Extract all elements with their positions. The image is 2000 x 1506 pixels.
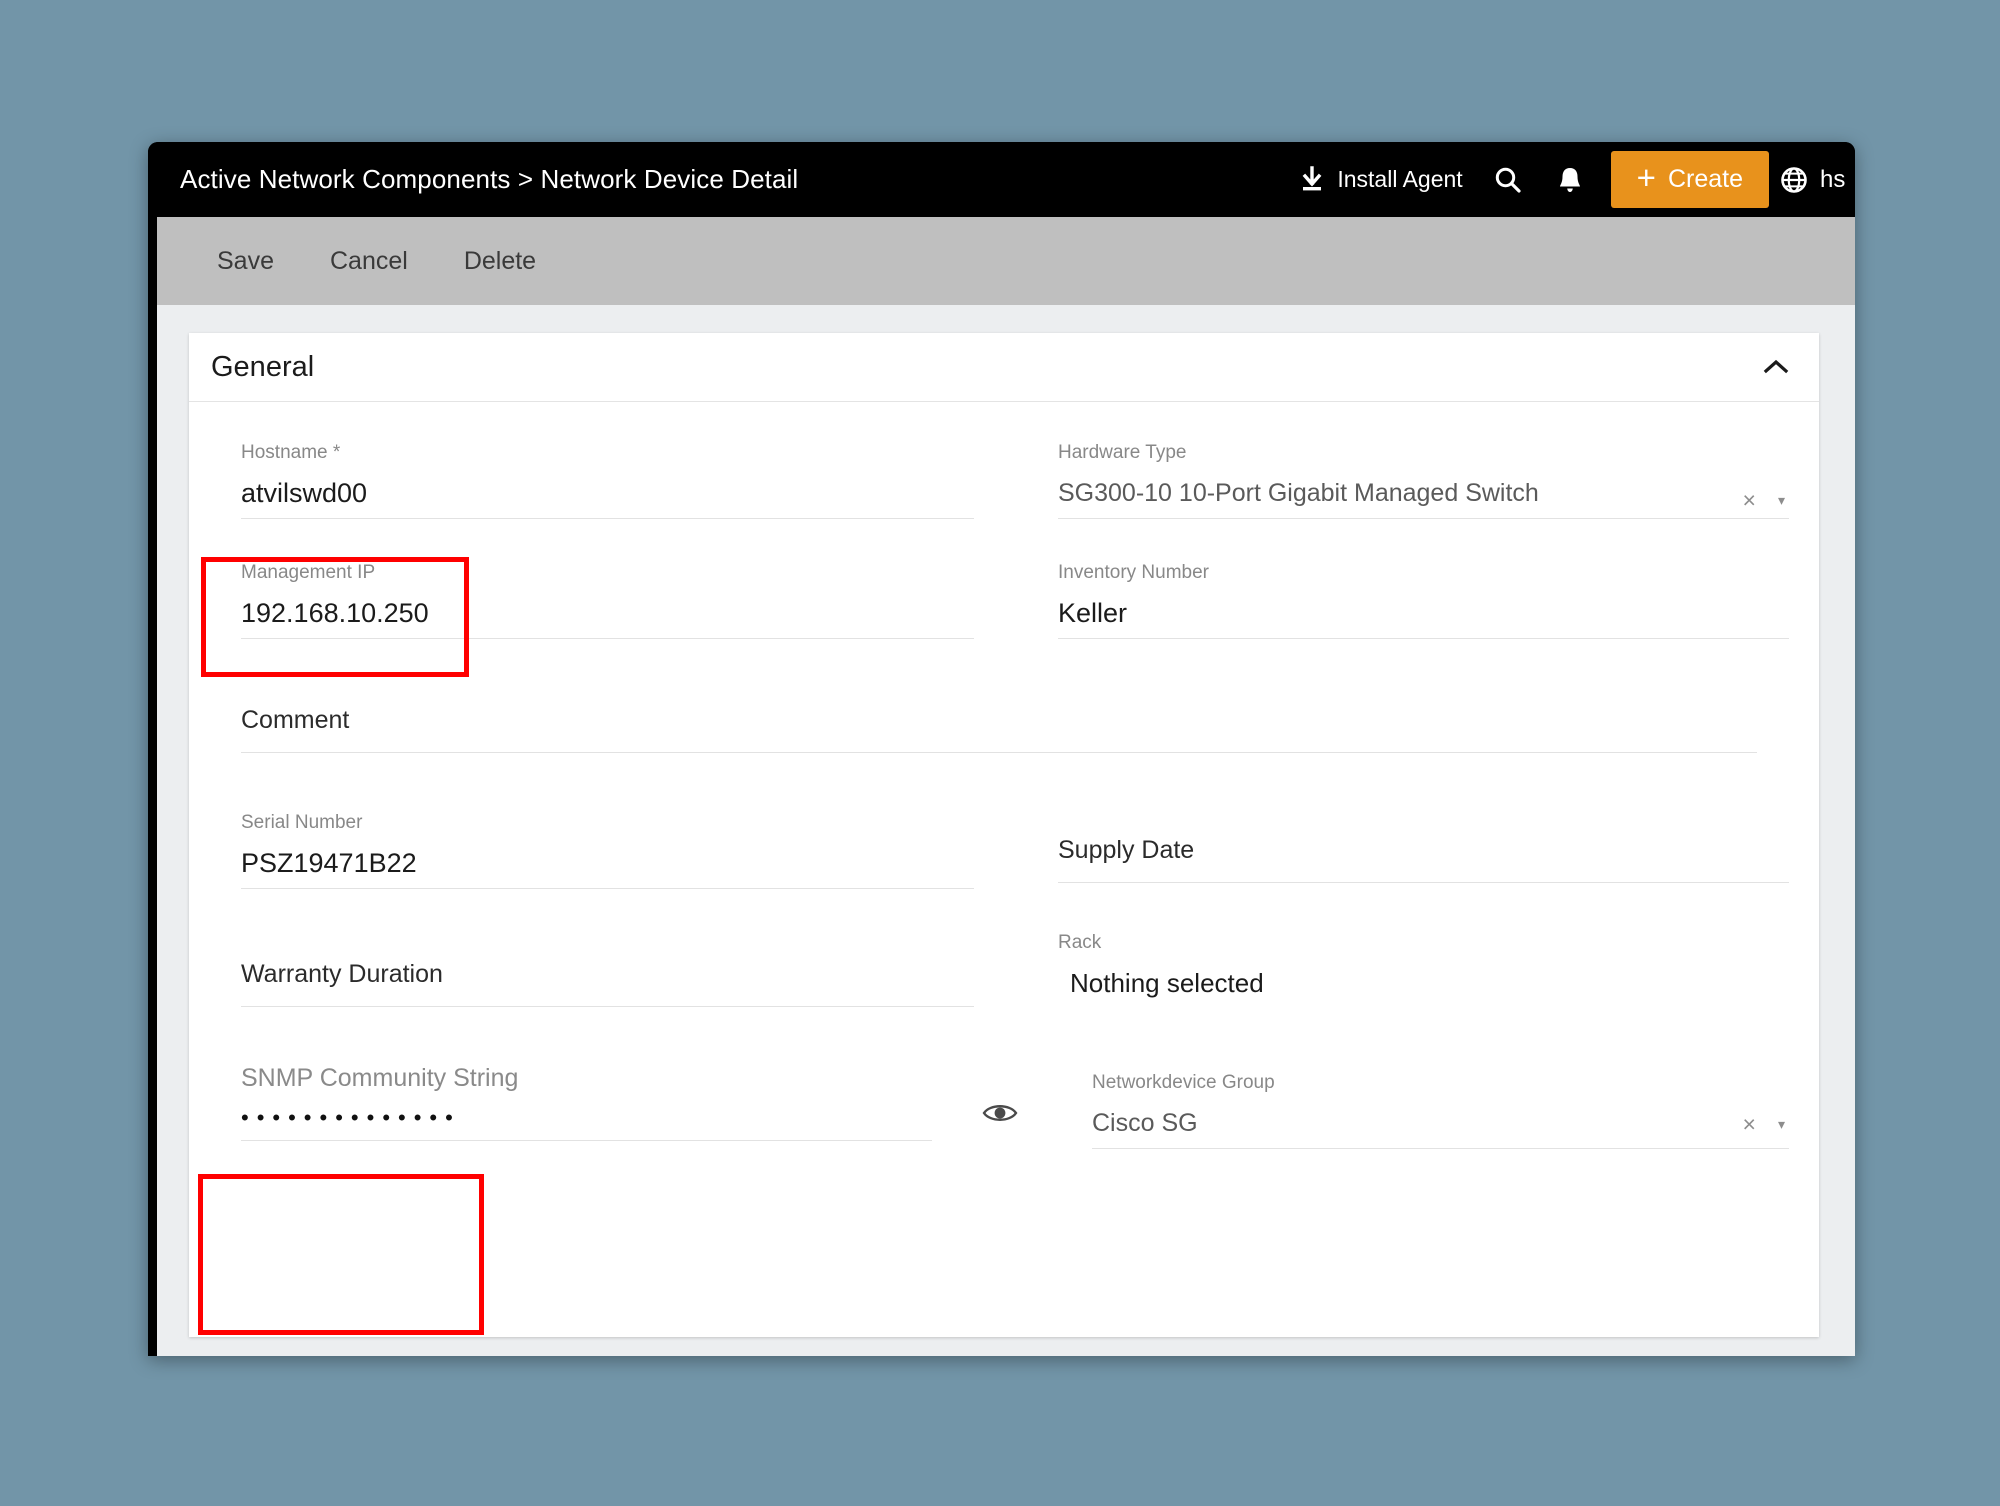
inventory-number-label: Inventory Number: [1058, 562, 1210, 583]
field-rack[interactable]: Rack Nothing selected: [1036, 906, 1789, 1036]
form-col-left: Hostname * atvilswd00: [219, 416, 1004, 536]
form-row: SNMP Community String •••••••••••••• Net…: [219, 1036, 1789, 1162]
form-row: Serial Number PSZ19471B22 Supply Date: [219, 786, 1789, 906]
general-panel-header[interactable]: General: [189, 333, 1819, 402]
comment-label: Comment: [241, 706, 350, 734]
inventory-number-input[interactable]: Keller: [1058, 588, 1789, 638]
form-col-right: Hardware Type SG300-10 10-Port Gigabit M…: [1004, 416, 1789, 536]
search-icon: [1493, 165, 1523, 195]
clear-icon[interactable]: ×: [1743, 487, 1756, 514]
field-snmp-community-string[interactable]: SNMP Community String ••••••••••••••: [219, 1036, 974, 1162]
form-action-bar: Save Cancel Delete: [148, 217, 1855, 305]
chevron-down-icon[interactable]: ▾: [1778, 492, 1785, 509]
language-selector[interactable]: hs: [1779, 165, 1855, 195]
supply-date-input[interactable]: [1058, 862, 1789, 882]
notifications-button[interactable]: [1539, 142, 1601, 217]
bell-icon: [1556, 165, 1584, 195]
field-inventory-number[interactable]: Inventory Number Keller: [1036, 536, 1789, 656]
form-col-right: Rack Nothing selected: [1004, 906, 1789, 1036]
hostname-label: Hostname *: [241, 442, 341, 463]
field-underline: [1058, 518, 1789, 519]
form-row: Management IP 192.168.10.250 Inventory N…: [219, 536, 1789, 656]
field-underline: [1058, 882, 1789, 883]
general-panel: General Hostname * atvilswd00 Hardware T…: [189, 333, 1819, 1337]
management-ip-label: Management IP: [241, 562, 376, 583]
warranty-duration-label: Warranty Duration: [241, 960, 443, 988]
field-underline: [241, 888, 974, 889]
search-button[interactable]: [1477, 142, 1539, 217]
hostname-input[interactable]: atvilswd00: [241, 468, 974, 518]
create-label: Create: [1667, 165, 1743, 193]
field-serial-number[interactable]: Serial Number PSZ19471B22: [219, 786, 974, 906]
field-networkdevice-group[interactable]: Networkdevice Group Cisco SG × ▾: [1070, 1036, 1789, 1162]
form-col-right: Networkdevice Group Cisco SG × ▾: [1004, 1036, 1789, 1162]
warranty-duration-input[interactable]: [241, 986, 974, 1006]
field-warranty-duration[interactable]: Warranty Duration: [219, 906, 974, 1036]
form-col-right: Supply Date: [1004, 786, 1789, 906]
app-header: Active Network Components > Network Devi…: [148, 142, 1855, 217]
page-content: General Hostname * atvilswd00 Hardware T…: [148, 305, 1855, 1356]
form-row: Hostname * atvilswd00 Hardware Type SG30…: [219, 416, 1789, 536]
chevron-up-icon[interactable]: [1761, 352, 1791, 382]
hardware-type-adornments: × ▾: [1743, 487, 1785, 514]
form-row: Comment: [219, 656, 1789, 786]
field-underline: [1058, 638, 1789, 639]
supply-date-label: Supply Date: [1058, 836, 1195, 864]
page-title: General: [211, 350, 315, 383]
field-supply-date[interactable]: Supply Date: [1036, 786, 1789, 906]
field-underline: [241, 1006, 974, 1007]
download-icon: [1299, 165, 1325, 194]
networkdevice-group-adornments: × ▾: [1743, 1111, 1785, 1138]
language-label: hs: [1820, 165, 1846, 193]
field-underline: [241, 1140, 932, 1141]
app-window: Active Network Components > Network Devi…: [148, 142, 1855, 1356]
serial-number-input[interactable]: PSZ19471B22: [241, 838, 974, 888]
clear-icon[interactable]: ×: [1743, 1111, 1756, 1138]
form-col-left: Management IP 192.168.10.250: [219, 536, 1004, 656]
header-actions: Install Agent + Create hs: [1285, 142, 1855, 217]
management-ip-input[interactable]: 192.168.10.250: [241, 588, 974, 638]
rack-label: Rack: [1058, 932, 1102, 953]
form-col-right: Inventory Number Keller: [1004, 536, 1789, 656]
breadcrumb: Active Network Components > Network Devi…: [180, 164, 799, 194]
general-panel-body: Hostname * atvilswd00 Hardware Type SG30…: [189, 402, 1819, 1162]
snmp-community-string-label: SNMP Community String: [241, 1064, 519, 1092]
serial-number-label: Serial Number: [241, 812, 363, 833]
field-underline: [241, 518, 974, 519]
field-comment[interactable]: Comment: [219, 656, 1789, 786]
install-agent-label: Install Agent: [1337, 166, 1463, 192]
field-underline: [1092, 1148, 1789, 1149]
globe-icon: [1779, 165, 1809, 195]
field-underline: [241, 638, 974, 639]
field-hostname[interactable]: Hostname * atvilswd00: [219, 416, 974, 536]
form-col-left: Serial Number PSZ19471B22: [219, 786, 1004, 906]
field-hardware-type[interactable]: Hardware Type SG300-10 10-Port Gigabit M…: [1036, 416, 1789, 536]
create-button[interactable]: + Create: [1610, 151, 1769, 208]
delete-button[interactable]: Delete: [436, 247, 564, 276]
install-agent-button[interactable]: Install Agent: [1285, 165, 1476, 194]
form-col-left: Warranty Duration: [219, 906, 1004, 1036]
save-button[interactable]: Save: [189, 247, 302, 276]
form-col-left: SNMP Community String ••••••••••••••: [219, 1036, 1018, 1162]
rack-select-value[interactable]: Nothing selected: [1070, 958, 1789, 1008]
cancel-button[interactable]: Cancel: [302, 247, 436, 276]
networkdevice-group-select-value[interactable]: Cisco SG: [1092, 1098, 1789, 1148]
form-row: Warranty Duration Rack Nothing selected: [219, 906, 1789, 1036]
snmp-community-string-input[interactable]: ••••••••••••••: [241, 1090, 974, 1140]
hardware-type-select-value[interactable]: SG300-10 10-Port Gigabit Managed Switch: [1058, 468, 1789, 518]
hardware-type-label: Hardware Type: [1058, 442, 1187, 463]
form-col-left: Comment: [219, 656, 1789, 786]
field-underline: [241, 752, 1757, 753]
field-management-ip[interactable]: Management IP 192.168.10.250: [219, 536, 974, 656]
networkdevice-group-label: Networkdevice Group: [1092, 1072, 1275, 1093]
chevron-down-icon[interactable]: ▾: [1778, 1116, 1785, 1133]
comment-input[interactable]: [241, 732, 1789, 752]
